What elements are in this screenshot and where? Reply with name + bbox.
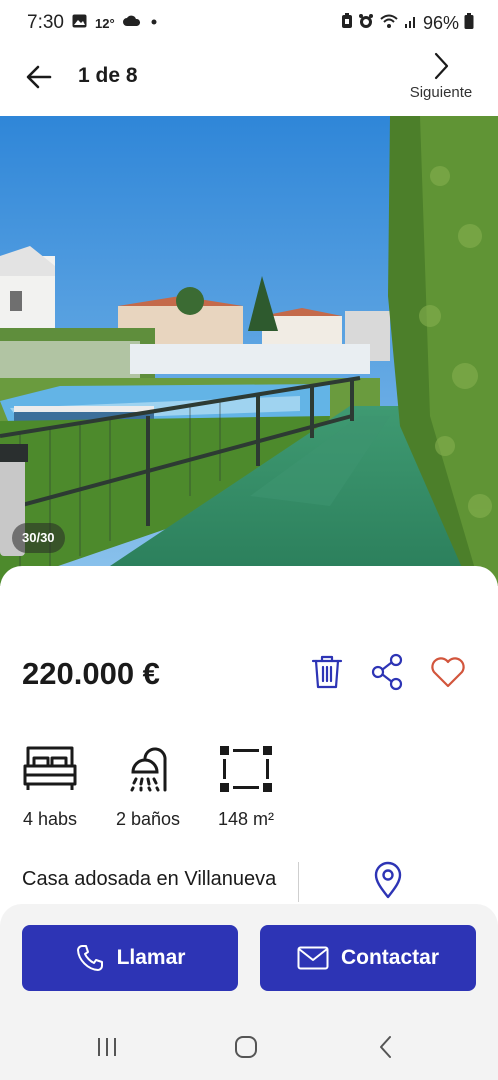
gallery-notification-icon xyxy=(72,14,87,33)
chevron-left-icon xyxy=(380,1036,391,1058)
listing-counter: 1 de 8 xyxy=(78,64,138,87)
shower-icon xyxy=(130,747,167,792)
contact-button[interactable]: Contactar xyxy=(260,925,476,991)
system-navigation-bar xyxy=(0,1010,498,1080)
address-divider xyxy=(298,862,299,902)
recent-apps-button[interactable] xyxy=(87,1032,127,1062)
alarm-icon xyxy=(358,13,374,34)
feature-bedrooms: 4 habs xyxy=(22,744,78,830)
next-listing-button[interactable]: Siguiente xyxy=(404,50,478,108)
cloud-icon xyxy=(122,14,141,32)
status-left: 7:30 12° xyxy=(27,12,159,34)
back-button[interactable] xyxy=(22,60,56,94)
wifi-icon xyxy=(379,13,399,34)
arrow-left-icon xyxy=(26,65,52,89)
photo-counter-badge: 30/30 xyxy=(12,523,65,553)
next-listing-label: Siguiente xyxy=(409,84,473,101)
mail-icon xyxy=(297,946,329,970)
home-icon xyxy=(235,1036,257,1058)
status-right: 96% xyxy=(341,12,474,34)
call-button-label: Llamar xyxy=(116,946,186,969)
feature-area-label: 148 m² xyxy=(217,809,275,829)
bed-icon xyxy=(23,746,77,790)
phone-icon xyxy=(76,945,103,971)
heart-icon xyxy=(431,657,465,688)
trash-icon xyxy=(311,655,343,689)
favorite-button[interactable] xyxy=(428,652,468,692)
listing-photo[interactable]: 30/30 xyxy=(0,116,498,586)
signal-icon xyxy=(404,13,418,34)
feature-bedrooms-label: 4 habs xyxy=(22,809,78,829)
status-bar: 7:30 12° 96% xyxy=(0,0,498,46)
contact-button-label: Contactar xyxy=(340,946,440,969)
status-temperature: 12° xyxy=(94,15,115,31)
feature-bathrooms: 2 baños xyxy=(113,744,183,830)
share-icon xyxy=(371,653,403,691)
recent-apps-icon xyxy=(98,1038,116,1056)
battery-icon xyxy=(464,12,474,34)
notification-dot-icon xyxy=(149,14,159,32)
status-time: 7:30 xyxy=(27,12,64,33)
area-icon xyxy=(220,746,272,792)
location-pin-icon xyxy=(374,861,402,899)
feature-bathrooms-label: 2 baños xyxy=(115,809,181,829)
battery-percentage: 96% xyxy=(422,12,459,33)
system-back-button[interactable] xyxy=(366,1032,406,1062)
listing-price: 220.000 € xyxy=(22,656,160,691)
feature-area: 148 m² xyxy=(216,744,276,830)
home-button[interactable] xyxy=(226,1032,266,1062)
call-button[interactable]: Llamar xyxy=(22,925,238,991)
listing-address: Casa adosada en Villanueva xyxy=(22,868,277,890)
discard-button[interactable] xyxy=(307,652,347,692)
nfc-icon xyxy=(341,12,353,34)
top-app-bar: 1 de 8 Siguiente xyxy=(0,46,498,116)
contact-action-bar: Llamar Contactar xyxy=(0,904,498,1010)
chevron-right-icon xyxy=(434,52,449,80)
share-button[interactable] xyxy=(368,652,408,692)
map-location-button[interactable] xyxy=(372,861,404,899)
